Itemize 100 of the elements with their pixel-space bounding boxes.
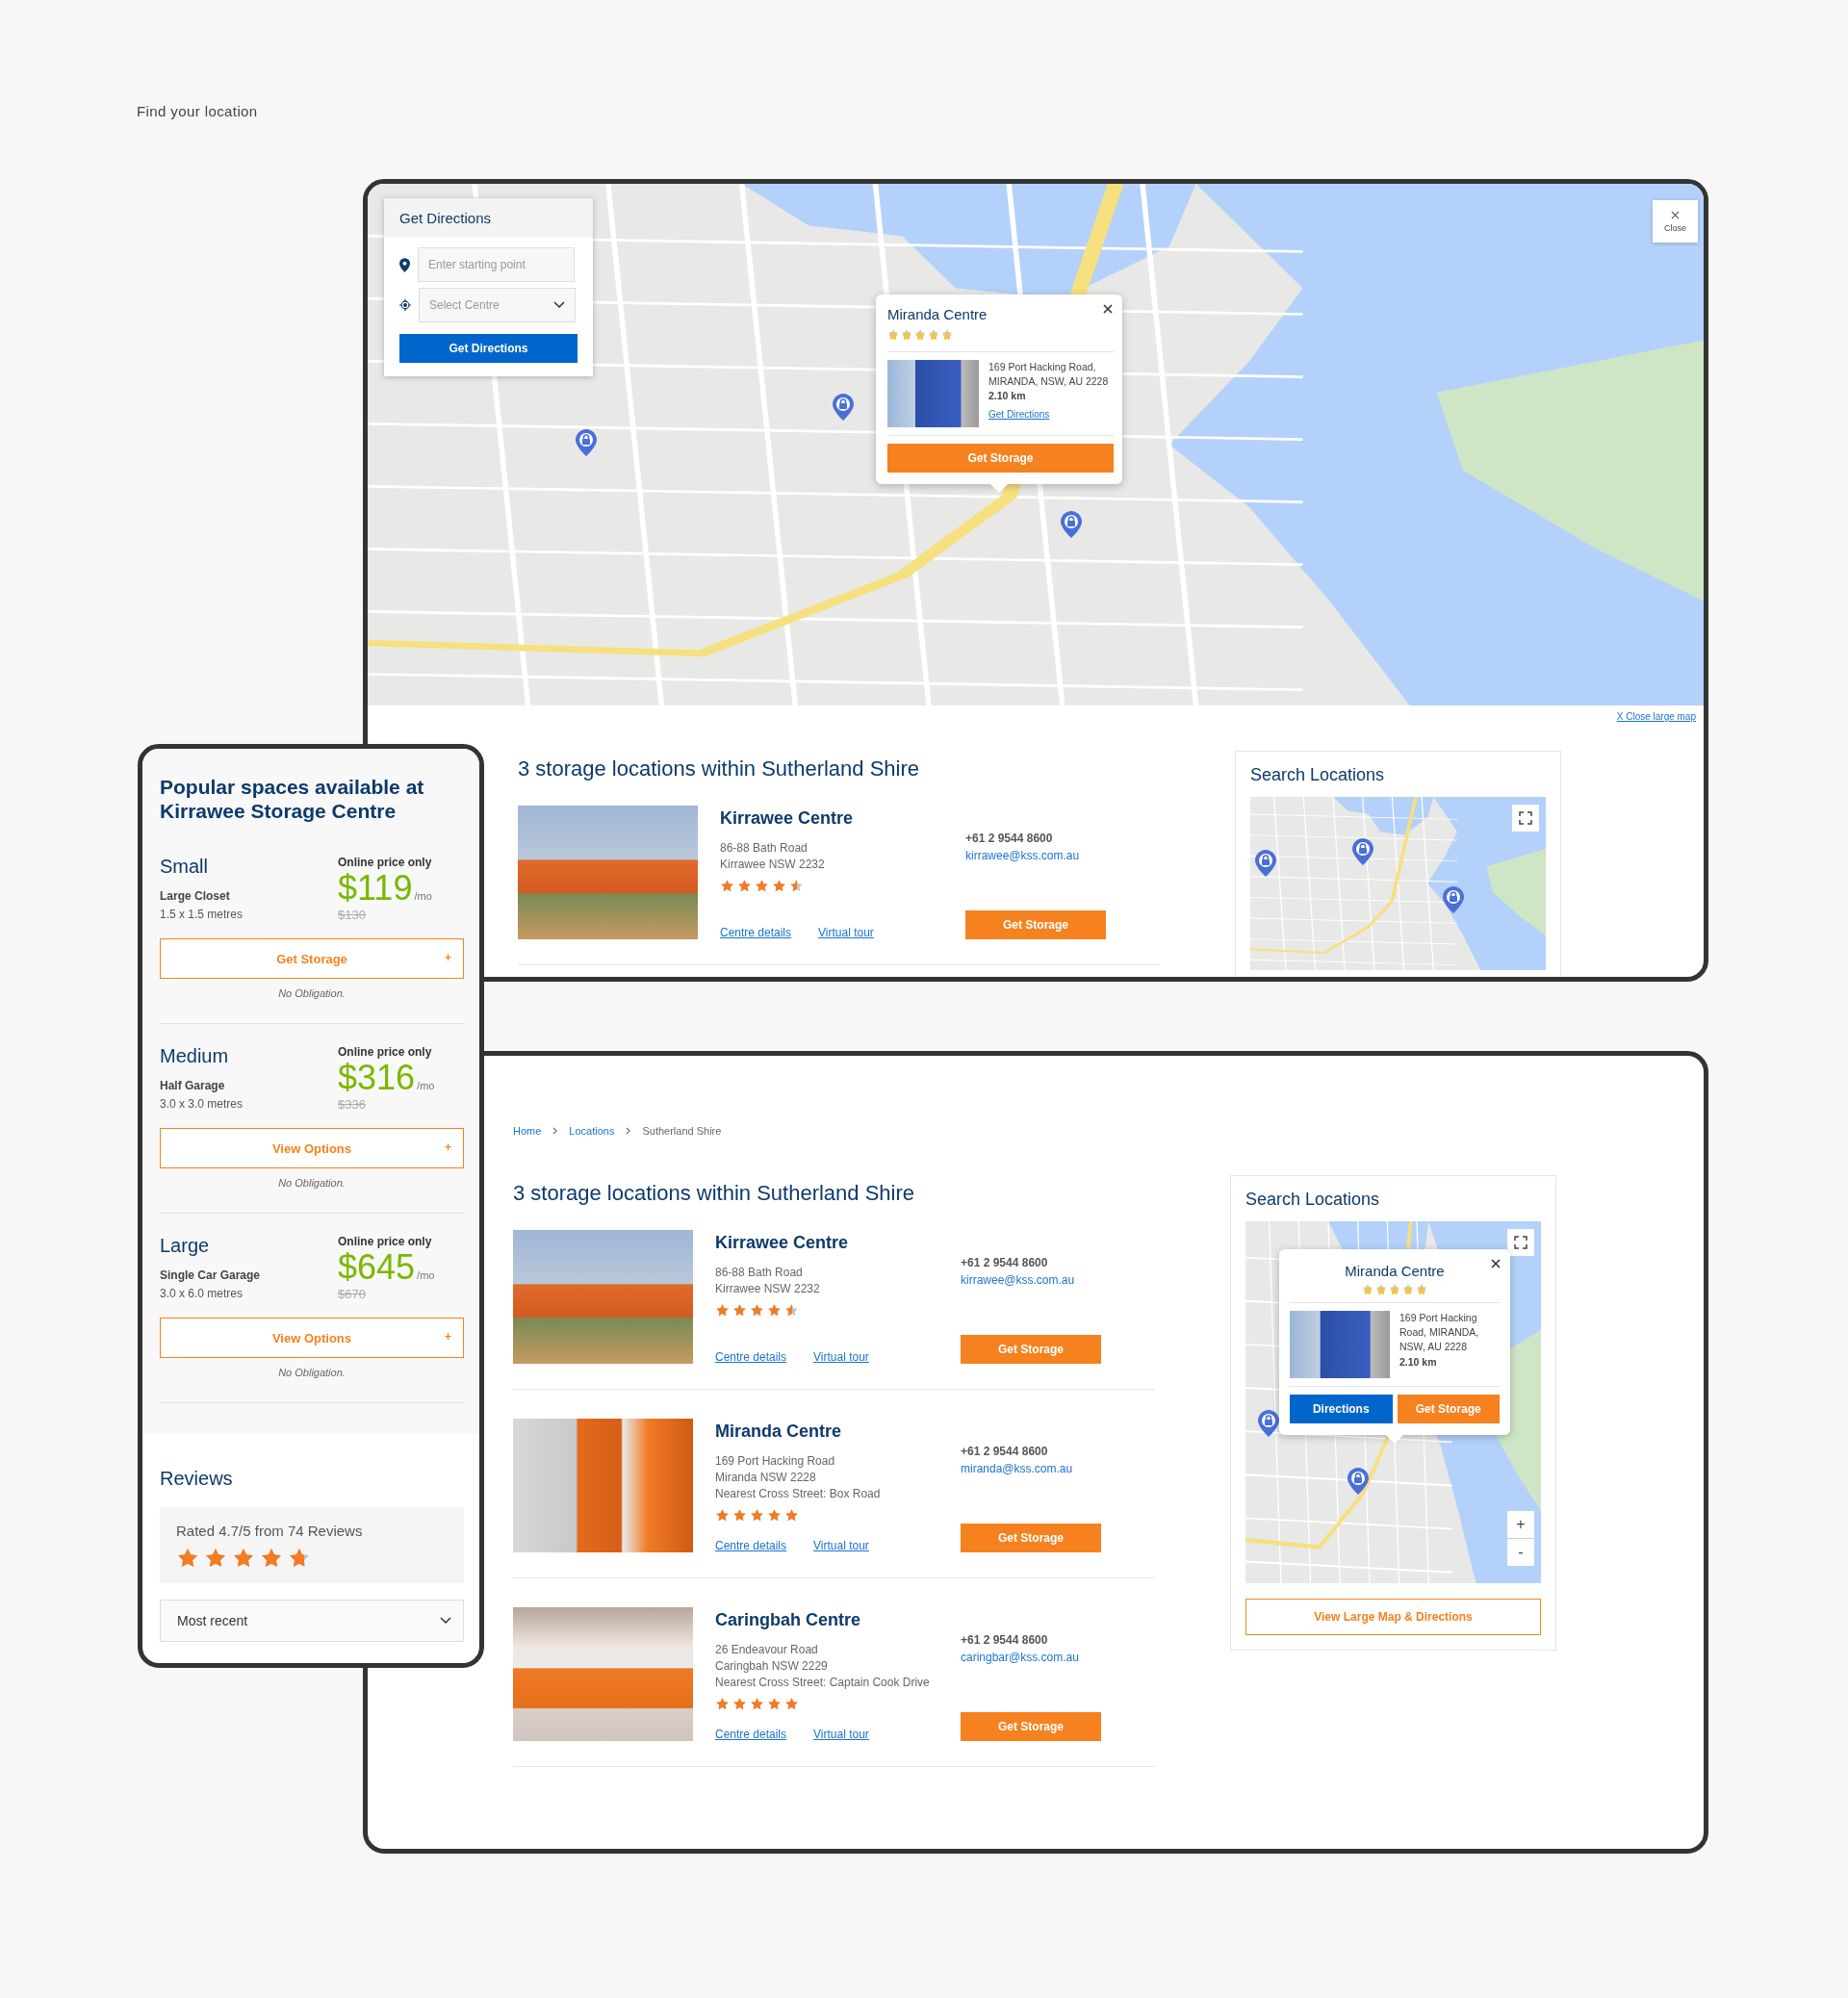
chevron-right-icon — [552, 1127, 558, 1135]
star-icon — [887, 328, 899, 340]
chevron-down-icon — [553, 301, 565, 309]
fullscreen-button[interactable] — [1512, 805, 1539, 832]
centre-link[interactable]: Virtual tour — [813, 1539, 869, 1552]
close-button[interactable]: Close — [1653, 200, 1698, 243]
sort-select[interactable]: Most recent — [160, 1600, 464, 1643]
price-unit: /mo — [417, 1269, 435, 1282]
phone-number: +61 2 9544 8600 — [965, 832, 1054, 845]
zoom-in-button[interactable]: + — [1507, 1511, 1534, 1538]
popup-title: Miranda Centre — [887, 306, 988, 322]
centre-link[interactable]: Virtual tour — [813, 1728, 869, 1741]
close-large-map-link[interactable]: X Close large map — [1616, 711, 1696, 722]
centre-link[interactable]: Centre details — [720, 926, 792, 939]
star-icon — [784, 1303, 799, 1318]
get-directions-button[interactable]: Get Directions — [399, 334, 578, 363]
crosshair-icon — [399, 299, 411, 311]
star-icon — [784, 1697, 799, 1711]
breadcrumb-link[interactable]: Home — [513, 1125, 542, 1137]
space-button[interactable]: View Options + — [160, 1128, 464, 1169]
star-icon — [784, 1508, 799, 1523]
star-icon — [732, 1508, 747, 1523]
map-pin-icon[interactable] — [576, 429, 597, 456]
star-icon — [720, 879, 734, 893]
address-line: Nearest Cross Street: Captain Cook Drive — [715, 1675, 931, 1691]
map-pin-icon[interactable] — [1443, 886, 1464, 913]
space-button[interactable]: Get Storage + — [160, 938, 464, 980]
popup-title: Miranda Centre — [1344, 1263, 1446, 1279]
chevron-right-icon — [626, 1127, 631, 1135]
address-line: 86-88 Bath Road — [720, 840, 808, 857]
price: $119 — [338, 869, 413, 909]
centre-link[interactable]: Virtual tour — [813, 1350, 869, 1364]
get-storage-button[interactable]: Get Storage — [961, 1712, 1101, 1741]
card-title: Search Locations — [1245, 1190, 1381, 1210]
space-size: Small — [160, 856, 209, 879]
email-link[interactable]: miranda@kss.com.au — [961, 1462, 1155, 1475]
star-icon — [750, 1508, 764, 1523]
card-title: Search Locations — [1250, 765, 1386, 785]
address-line: 26 Endeavour Road — [715, 1642, 819, 1658]
centre-link[interactable]: Centre details — [715, 1350, 787, 1364]
star-icon — [772, 879, 786, 893]
zoom-out-button[interactable]: - — [1507, 1539, 1534, 1566]
space-dimensions: 3.0 x 6.0 metres — [160, 1287, 244, 1301]
obligation-note: No Obligation. — [277, 1367, 346, 1379]
phone-number: +61 2 9544 8600 — [961, 1633, 1049, 1647]
centre-link[interactable]: Centre details — [715, 1539, 787, 1552]
old-price: $670 — [338, 1287, 367, 1302]
star-icon — [715, 1697, 730, 1711]
fullscreen-icon — [1514, 1236, 1527, 1249]
star-icon — [914, 328, 926, 340]
view-large-map-button[interactable]: View Large Map & Directions — [1245, 1599, 1541, 1635]
star-icon — [715, 1303, 730, 1318]
star-icon — [715, 1508, 730, 1523]
star-icon — [767, 1303, 782, 1318]
price-label: Online price only — [338, 1235, 433, 1249]
breadcrumb-current: Sutherland Shire — [642, 1125, 722, 1137]
price: $645 — [338, 1248, 416, 1288]
address-line: Nearest Cross Street: Box Road — [715, 1486, 882, 1502]
star-icon — [737, 879, 752, 893]
close-icon[interactable] — [1103, 304, 1113, 314]
space-dimensions: 3.0 x 3.0 metres — [160, 1097, 244, 1112]
old-price: $130 — [338, 908, 367, 923]
space-button[interactable]: View Options + — [160, 1318, 464, 1359]
centre-name: Miranda Centre — [715, 1422, 843, 1442]
email-link[interactable]: kirrawee@kss.com.au — [965, 849, 1160, 862]
obligation-note: No Obligation. — [277, 1177, 346, 1190]
directions-button[interactable]: Directions — [1290, 1395, 1393, 1423]
map-pin-icon[interactable] — [1352, 838, 1373, 865]
fullscreen-button[interactable] — [1507, 1229, 1534, 1256]
map-pin-icon[interactable] — [1255, 850, 1276, 877]
star-icon — [732, 1303, 747, 1318]
get-storage-button[interactable]: Get Storage — [961, 1524, 1101, 1552]
get-storage-button[interactable]: Get Storage — [1397, 1395, 1500, 1423]
map-pin-icon[interactable] — [1061, 511, 1082, 538]
email-link[interactable]: kirrawee@kss.com.au — [961, 1273, 1155, 1287]
price-unit: /mo — [414, 890, 432, 903]
star-icon — [1389, 1283, 1400, 1294]
breadcrumb-link[interactable]: Locations — [569, 1125, 615, 1137]
close-icon[interactable] — [1491, 1259, 1501, 1268]
star-icon — [767, 1697, 782, 1711]
address-line: Kirrawee NSW 2232 — [715, 1281, 821, 1297]
starting-point-field[interactable]: Enter starting point — [418, 247, 575, 282]
get-storage-button[interactable]: Get Storage — [965, 910, 1106, 939]
address-line: Caringbah NSW 2229 — [715, 1658, 829, 1675]
email-link[interactable]: caringbar@kss.com.au — [961, 1651, 1155, 1664]
reviews-title: Reviews — [160, 1468, 234, 1491]
space-size: Large — [160, 1235, 211, 1258]
popup-distance: 2.10 km — [1399, 1354, 1438, 1370]
centre-link[interactable]: Virtual tour — [818, 926, 874, 939]
centre-link[interactable]: Centre details — [715, 1728, 787, 1741]
centre-select[interactable]: Select Centre — [419, 288, 576, 322]
price-label: Online price only — [338, 856, 432, 870]
get-storage-button[interactable]: Get Storage — [961, 1335, 1101, 1364]
page-heading: 3 storage locations within Sutherland Shire — [513, 1181, 916, 1206]
get-storage-button[interactable]: Get Storage — [887, 444, 1114, 473]
map-pin-icon[interactable] — [1258, 1410, 1279, 1437]
address-line: 169 Port Hacking Road — [715, 1453, 836, 1470]
map-pin-icon[interactable] — [1348, 1468, 1369, 1495]
map-pin-icon[interactable] — [833, 394, 854, 421]
get-directions-link[interactable]: Get Directions — [988, 407, 1114, 423]
